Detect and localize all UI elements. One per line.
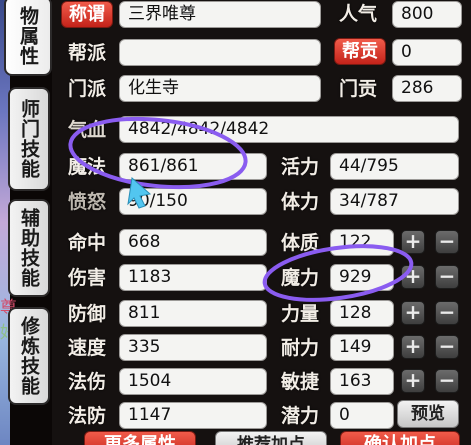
annotation-circle-magic (262, 244, 414, 302)
game-screen: 尊 好 物属性 师门技能 辅助技能 修炼技能 称谓 三界唯尊 人气 800 帮派… (0, 0, 471, 445)
annotation-layer (68, 116, 414, 302)
annotation-circle-hp-mp (68, 116, 248, 190)
